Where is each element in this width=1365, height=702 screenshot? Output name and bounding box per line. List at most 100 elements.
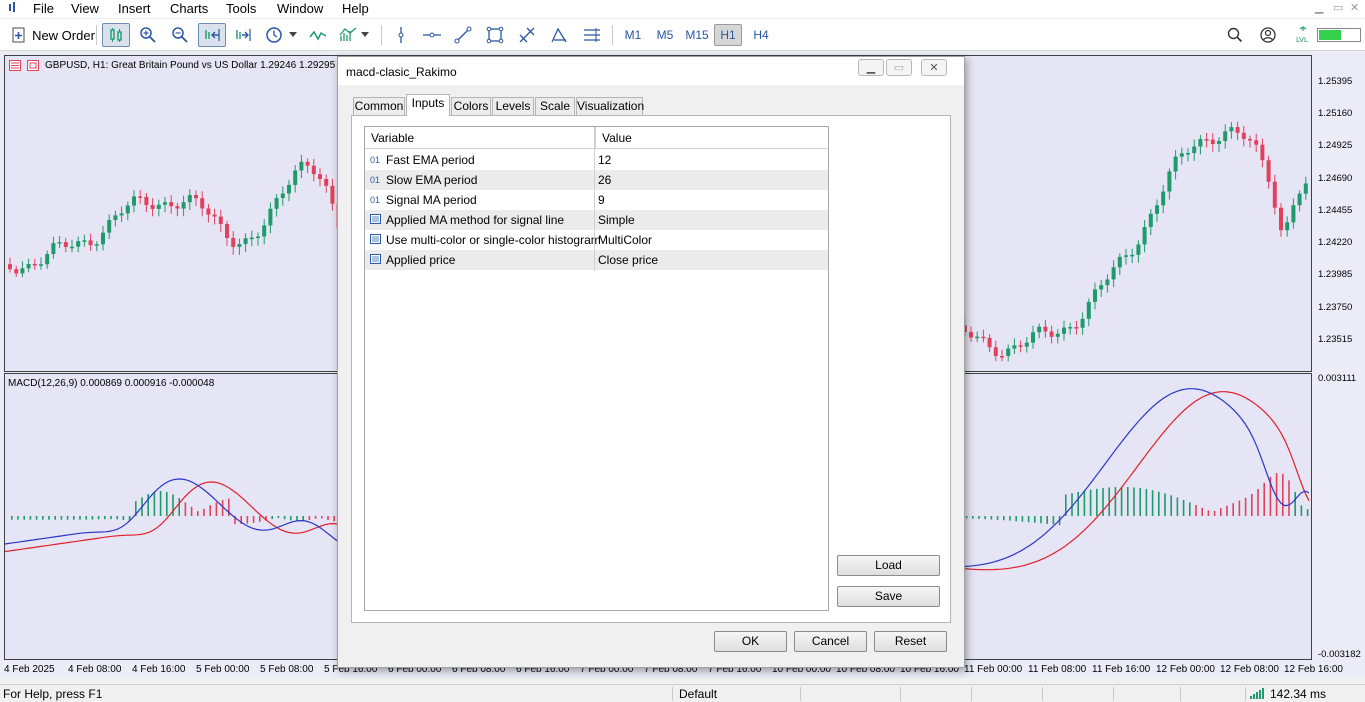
close-child-icon[interactable]: ✕ [1350,1,1359,14]
row-value[interactable]: Close price [598,250,658,270]
candle-body [1068,327,1073,329]
horizontal-line-icon [423,32,441,38]
tab-scale[interactable]: Scale [535,97,575,115]
candle-body [1272,181,1277,208]
dialog-minimize-button[interactable]: ▁ [858,59,884,76]
candle-body [1037,326,1042,333]
indicator-button[interactable] [306,23,330,47]
table-row[interactable]: 01 Fast EMA period 12 [365,150,828,170]
timeframe-m1[interactable]: M1 [618,24,648,46]
save-button[interactable]: Save [837,586,940,607]
table-row[interactable]: Applied price Close price [365,250,828,270]
candle-body [1248,138,1252,141]
histogram-bar [1182,499,1185,516]
row-value[interactable]: 9 [598,190,605,210]
histogram-bar [1127,487,1129,516]
vertical-line-button[interactable] [390,23,412,47]
new-order-icon [12,27,25,43]
histogram-bar [1052,516,1055,525]
reset-button[interactable]: Reset [874,631,947,652]
fibonacci-icon [519,27,535,43]
dialog-titlebar[interactable]: macd-clasic_Rakimo ▁ ▭ ✕ [338,57,964,85]
zoom-out-button[interactable] [168,23,192,47]
candle-body [305,161,310,166]
candle-body [14,269,19,274]
tab-inputs[interactable]: Inputs [406,94,450,116]
connection-bars-icon[interactable] [1250,688,1264,702]
candle-body [1186,152,1190,155]
menu-window[interactable]: Window [277,1,323,17]
menu-tools[interactable]: Tools [226,1,256,17]
chevron-down-icon [289,32,297,37]
candle-body [1260,144,1265,161]
search-button[interactable] [1224,23,1246,47]
candle-body [1018,345,1023,347]
new-order-button[interactable]: New Order [10,23,96,47]
restore-child-icon[interactable]: ▭ [1333,1,1343,14]
horizontal-line-button[interactable] [420,23,444,47]
chart-type-button[interactable] [102,23,130,47]
menu-help[interactable]: Help [342,1,369,17]
zoom-in-button[interactable] [136,23,160,47]
periodicity-button[interactable] [262,23,300,47]
candle-body [1285,222,1290,231]
row-value[interactable]: Simple [598,210,635,230]
indicators-list-button[interactable] [336,23,372,47]
histogram-bar [1201,507,1203,516]
row-value[interactable]: MultiColor [598,230,652,250]
ok-button[interactable]: OK [714,631,787,652]
table-row[interactable]: 01 Slow EMA period 26 [365,170,828,190]
histogram-bar [1027,516,1030,523]
column-header-value[interactable]: Value [595,127,828,149]
minimize-child-icon[interactable]: ▁ [1315,1,1323,14]
autoscroll-button[interactable] [198,23,226,47]
menu-file[interactable]: File [33,1,54,17]
table-row[interactable]: 01 Signal MA period 9 [365,190,828,210]
histogram-bar [1046,516,1048,524]
fibonacci-button[interactable] [514,23,540,47]
histogram-bar [11,516,13,520]
row-value[interactable]: 12 [598,150,611,170]
candle-body [225,223,229,238]
account-button[interactable] [1257,23,1279,47]
channel-button[interactable] [578,23,606,47]
load-button[interactable]: Load [837,555,940,576]
timeframe-h1[interactable]: H1 [714,24,742,46]
histogram-bar [29,516,32,520]
histogram-bar [1282,473,1284,516]
dialog-close-button[interactable]: ✕ [921,59,947,76]
trend-line-button[interactable] [451,23,475,47]
timeframe-m5[interactable]: M5 [650,24,680,46]
histogram-bar [23,516,25,520]
menu-view[interactable]: View [71,1,99,17]
candle-body [1049,331,1054,337]
level-button[interactable]: LVL [1292,23,1314,47]
candle-body [293,170,298,185]
column-header-variable[interactable]: Variable [365,127,595,149]
histogram-bar [54,516,56,520]
histogram-bar [1015,516,1017,522]
andrews-pitchfork-button[interactable] [546,23,572,47]
chart-shift-button[interactable] [230,23,256,47]
time-tick: 4 Feb 2025 [4,664,55,675]
status-profile[interactable]: Default [679,687,717,701]
tab-colors[interactable]: Colors [451,97,491,115]
menu-insert[interactable]: Insert [118,1,151,17]
menu-charts[interactable]: Charts [170,1,208,17]
row-value[interactable]: 26 [598,170,611,190]
histogram-bar [290,516,292,521]
table-row[interactable]: Applied MA method for signal line Simple [365,210,828,230]
dialog-maximize-button[interactable]: ▭ [886,59,912,76]
tab-visualization[interactable]: Visualization [576,97,644,115]
timeframe-h4[interactable]: H4 [746,24,776,46]
tab-common[interactable]: Common [353,97,405,115]
candle-body [311,165,316,175]
tab-levels[interactable]: Levels [492,97,534,115]
timeframe-m15[interactable]: M15 [682,24,712,46]
app-icon[interactable] [7,1,19,17]
histogram-bar [1114,487,1117,516]
rectangle-button[interactable] [482,23,508,47]
cancel-button[interactable]: Cancel [794,631,867,652]
row-variable: Slow EMA period [386,173,478,187]
table-row[interactable]: Use multi-color or single-color histogra… [365,230,828,250]
